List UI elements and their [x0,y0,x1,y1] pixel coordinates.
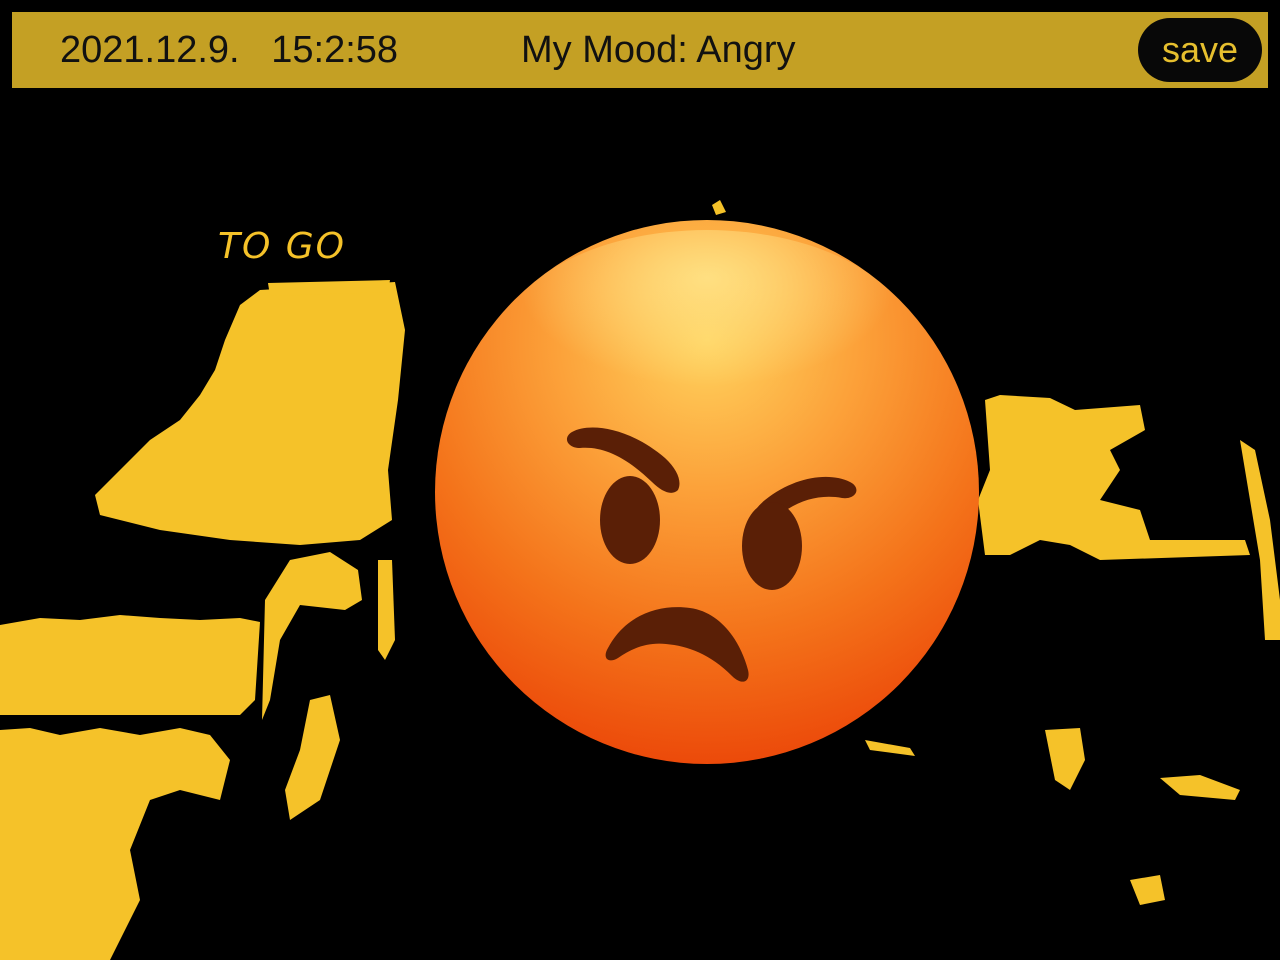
mood-label: My Mood: Angry [521,29,796,71]
angry-face-icon [420,210,992,782]
app-screen: TO GO 2021.12.9. 15:2:58 My Mood: Angry … [0,0,1280,960]
datetime-label: 2021.12.9. 15:2:58 [60,29,399,71]
left-eye [600,476,660,564]
right-eye [742,502,802,590]
feed-sign-text: TO GO [218,226,346,267]
feed-blob-left-counter [0,615,260,715]
feed-blob-post [378,560,395,660]
face-shine [497,230,917,470]
top-bar: 2021.12.9. 15:2:58 My Mood: Angry save [12,12,1268,88]
save-button[interactable]: save [1138,18,1262,82]
